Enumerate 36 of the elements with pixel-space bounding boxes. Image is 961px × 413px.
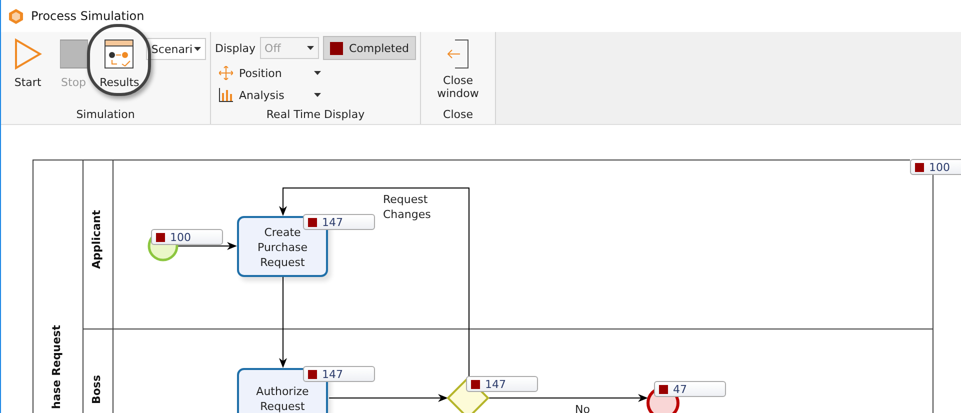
- pool-label: hase Request: [50, 325, 63, 409]
- status-square-icon: [330, 42, 343, 54]
- flow-label: No: [575, 402, 590, 413]
- results-chart-icon: [104, 38, 134, 70]
- move-arrows-icon: [219, 66, 233, 80]
- display-label: Display: [215, 42, 256, 54]
- bar-chart-icon: [219, 88, 233, 102]
- count-badge: 100: [910, 159, 961, 175]
- window-title: Process Simulation: [31, 9, 144, 23]
- close-window-button[interactable]: Close window: [426, 36, 490, 108]
- count-badge: 100: [151, 229, 223, 245]
- group-label: Real Time Display: [265, 108, 366, 123]
- dropdown-caret-icon: [314, 93, 321, 97]
- dropdown-caret-icon: [307, 46, 314, 50]
- dropdown-caret-icon: [314, 71, 321, 75]
- scenario-dropdown[interactable]: Scenari: [146, 38, 206, 60]
- analysis-menu[interactable]: Analysis: [215, 86, 325, 104]
- play-icon: [14, 38, 42, 70]
- count-badge: 147: [303, 214, 375, 230]
- results-button[interactable]: Results: [96, 36, 142, 108]
- count-badge: 147: [303, 366, 375, 382]
- start-button[interactable]: Start: [5, 36, 51, 108]
- count-badge: 147: [466, 376, 538, 392]
- count-badge: 47: [654, 381, 726, 397]
- group-label: Simulation: [75, 108, 136, 123]
- position-menu[interactable]: Position: [215, 64, 325, 82]
- flow-label: Request Changes: [383, 192, 432, 222]
- lane-label: Applicant: [90, 210, 103, 269]
- group-label: Close: [442, 108, 474, 123]
- lane-label: Boss: [90, 375, 103, 404]
- sequence-flow-arrow: [176, 242, 237, 250]
- exit-door-icon: [446, 38, 470, 70]
- app-logo-icon: [9, 8, 23, 24]
- dropdown-caret-icon: [194, 47, 201, 51]
- stop-icon: [60, 38, 88, 70]
- completed-toggle[interactable]: Completed: [323, 36, 416, 60]
